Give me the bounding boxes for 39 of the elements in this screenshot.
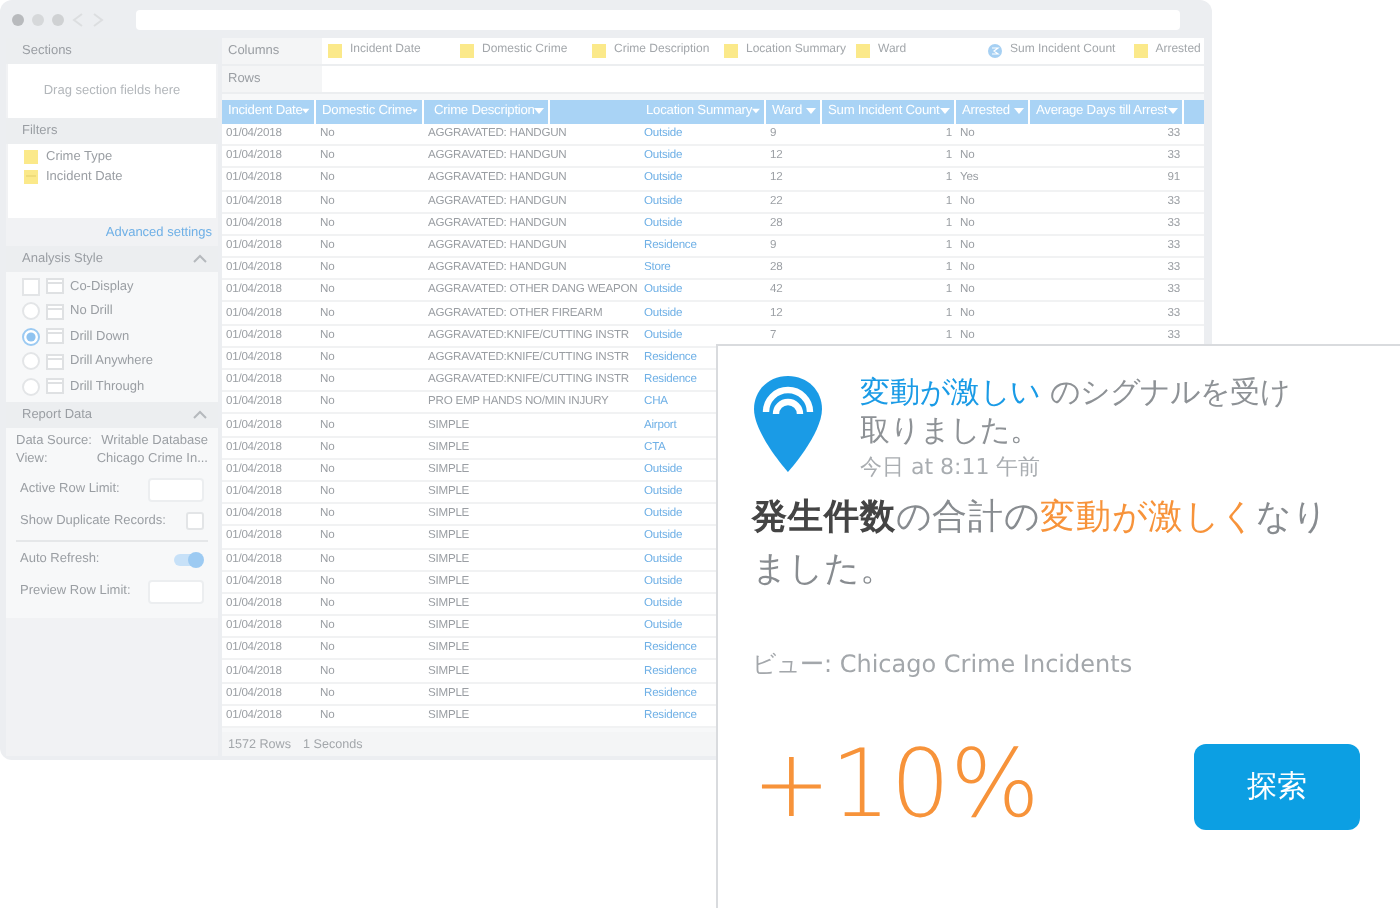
- view-icon: [46, 378, 64, 395]
- field-icon: [24, 150, 38, 164]
- checkbox[interactable]: [22, 277, 40, 296]
- signal-message: 発生件数の合計の変動が激しく なりました。: [752, 496, 1330, 594]
- view-label: ビュー: Chicago Crime Incidents: [752, 648, 1135, 682]
- timestamp: 今日 at 8:11 午前: [860, 452, 1043, 482]
- view-icon: [46, 328, 64, 345]
- calendar-icon: [24, 170, 38, 184]
- field-icon: [592, 43, 606, 58]
- signal-title: 変動が激しい のシグナルを受け取りました。: [860, 374, 1292, 450]
- field-icon: [856, 43, 870, 58]
- window-maximize-icon[interactable]: [52, 13, 64, 25]
- caret-icon[interactable]: [534, 108, 545, 115]
- caret-icon[interactable]: [302, 108, 310, 115]
- chevron-up-icon[interactable]: [192, 409, 208, 419]
- radio-button[interactable]: [22, 327, 40, 346]
- checkbox[interactable]: [186, 512, 204, 530]
- view-icon: [46, 353, 64, 370]
- field-icon: [724, 43, 738, 58]
- caret-icon[interactable]: [1014, 108, 1024, 115]
- caret-icon[interactable]: [806, 108, 816, 115]
- chevron-up-icon[interactable]: [192, 254, 208, 264]
- caret-icon[interactable]: [412, 108, 418, 115]
- field-icon: [328, 43, 342, 58]
- window-close-icon[interactable]: [12, 13, 24, 25]
- change-value: +10%: [752, 736, 1040, 836]
- radio-button[interactable]: [22, 302, 40, 321]
- field-icon: [1133, 43, 1148, 58]
- field-icon: [460, 43, 474, 58]
- view-icon: [46, 278, 64, 295]
- radio-button[interactable]: [22, 352, 40, 371]
- explore-button[interactable]: 探索: [1194, 743, 1360, 829]
- radio-button[interactable]: [22, 377, 40, 396]
- view-icon: [46, 303, 64, 320]
- caret-icon[interactable]: [940, 108, 950, 115]
- sum-icon: [988, 43, 1002, 58]
- caret-icon[interactable]: [1168, 108, 1178, 115]
- location-pin-icon: [752, 374, 824, 474]
- caret-icon[interactable]: [752, 108, 760, 115]
